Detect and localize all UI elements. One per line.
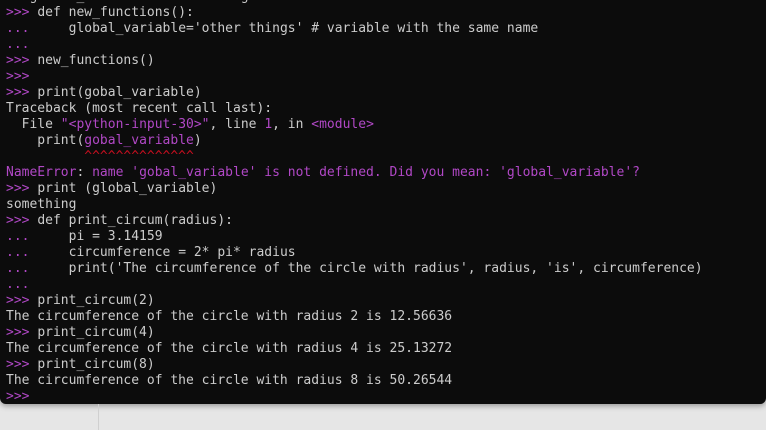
prompt-marker: >>> [6,5,38,20]
console-input-line: >>> [6,389,766,404]
console-text: The circumference of the circle with rad… [6,373,453,388]
console-text: ) [193,133,202,148]
prompt-marker: >>> [6,85,38,100]
prompt-marker: >>> [6,53,38,68]
console-input-line: >>> print_circum(4) [6,325,766,341]
console-input-line: >>> print_circum(2) [6,293,766,309]
console-input-line: >>> def print_circum(radius): [6,213,766,229]
terminal-output[interactable]: global_variable = 'something'>>> def new… [6,0,766,404]
prompt-marker: >>> [6,389,30,404]
console-text: , in [272,117,312,132]
console-text: def new_functions(): [37,5,194,20]
console-text: print( [6,133,85,148]
console-text: ^^^^^^^^^^^^^^ [6,149,194,164]
console-text: pi = 3.14159 [37,229,163,244]
console-text: global_variable = 'something' [6,0,256,4]
prompt-marker: >>> [6,181,38,196]
console-text: <module> [311,117,374,132]
console-text: 1 [264,117,273,132]
console-text: name 'gobal_variable' is not defined. Di… [92,165,640,180]
console-text: global_variable='other things' # variabl… [37,21,539,36]
console-text: print('The circumference of the circle w… [37,261,703,276]
console-input-line: ... global_variable='other things' # var… [6,21,766,37]
console-text: , line [209,117,265,132]
prompt-marker: ... [6,277,30,292]
console-input-line: ... pi = 3.14159 [6,229,766,245]
prompt-marker: ... [6,245,38,260]
prompt-marker: >>> [6,325,38,340]
console-text: circumference = 2* pi* radius [37,245,296,260]
console-text: new_functions() [37,53,155,68]
console-text: print(gobal_variable) [37,85,202,100]
console-text: : [76,165,93,180]
console-text: The circumference of the circle with rad… [6,309,453,324]
console-output-line: print(gobal_variable) [6,133,766,149]
console-input-line: >>> print (global_variable) [6,181,766,197]
console-text: print_circum(4) [37,325,155,340]
console-output-line: The circumference of the circle with rad… [6,309,766,325]
console-text: def print_circum(radius): [37,213,233,228]
prompt-marker: ... [6,261,38,276]
console-input-line: ... [6,277,766,293]
console-output-line: The circumference of the circle with rad… [6,373,766,389]
prompt-marker: ... [6,21,38,36]
console-input-line: >>> print(gobal_variable) [6,85,766,101]
prompt-marker: >>> [6,213,38,228]
prompt-marker: >>> [6,69,30,84]
console-text: NameError [6,165,77,180]
console-text: File [6,117,61,132]
console-output-line: Traceback (most recent call last): [6,101,766,117]
console-text: Traceback (most recent call last): [6,101,273,116]
console-text: print_circum(2) [37,293,155,308]
console-input-line: >>> [6,69,766,85]
console-input-line: >>> new_functions() [6,53,766,69]
console-output-line: The circumference of the circle with rad… [6,341,766,357]
console-input-line: ... [6,37,766,53]
prompt-marker: ... [6,37,30,52]
console-text: print_circum(8) [37,357,155,372]
prompt-marker: >>> [6,357,38,372]
console-text: The circumference of the circle with rad… [6,341,453,356]
console-output-line: NameError: name 'gobal_variable' is not … [6,165,766,181]
console-input-line: >>> print_circum(8) [6,357,766,373]
console-text: print (global_variable) [37,181,218,196]
console-output-line: something [6,197,766,213]
terminal-window[interactable]: global_variable = 'something'>>> def new… [0,0,766,404]
console-input-line: >>> def new_functions(): [6,5,766,21]
console-text: "<python-input-30>" [60,117,210,132]
prompt-marker: >>> [6,293,38,308]
prompt-marker: ... [6,229,38,244]
console-output-line: ^^^^^^^^^^^^^^ [6,149,766,165]
console-text: something [6,197,77,212]
console-input-line: ... circumference = 2* pi* radius [6,245,766,261]
console-input-line: ... print('The circumference of the circ… [6,261,766,277]
console-text: gobal_variable [84,133,194,148]
background-divider [98,404,99,430]
console-output-line: File "<python-input-30>", line 1, in <mo… [6,117,766,133]
